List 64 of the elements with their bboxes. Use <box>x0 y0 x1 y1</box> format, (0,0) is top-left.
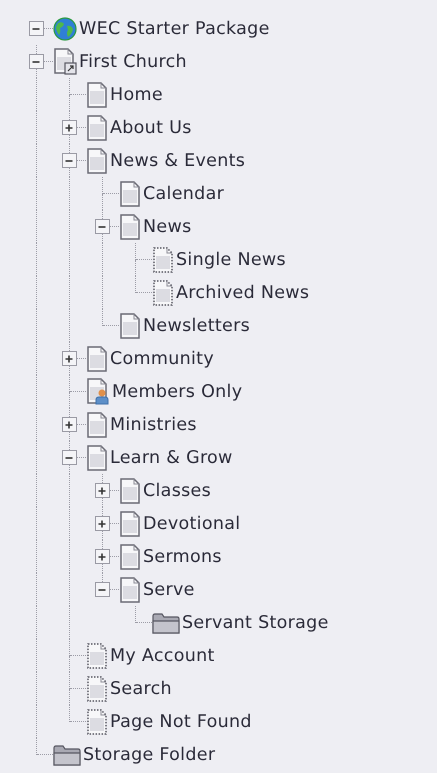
expand-toggle[interactable] <box>95 549 110 564</box>
tree-item-label[interactable]: Devotional <box>143 514 240 534</box>
tree-item-label[interactable]: About Us <box>110 118 192 138</box>
expand-toggle[interactable] <box>95 483 110 498</box>
page-icon <box>119 214 141 240</box>
page-icon <box>86 346 108 372</box>
expand-toggle[interactable] <box>62 153 77 168</box>
page-icon <box>86 114 108 140</box>
tree-item-label[interactable]: Serve <box>143 580 195 600</box>
page-icon <box>86 444 108 470</box>
expand-toggle[interactable] <box>62 450 77 465</box>
page-icon <box>119 180 141 206</box>
tree-item-label[interactable]: Classes <box>143 480 212 500</box>
plus-icon <box>96 518 108 530</box>
plus-icon <box>63 122 75 134</box>
expand-toggle[interactable] <box>62 351 77 366</box>
tree-item-label[interactable]: Archived News <box>176 282 310 302</box>
page-icon <box>119 478 141 504</box>
tree-item-label[interactable]: Community <box>110 348 214 368</box>
tree-item-label[interactable]: Page Not Found <box>110 712 252 732</box>
tree-item-label[interactable]: My Account <box>110 646 215 666</box>
tree-item-label[interactable]: Sermons <box>143 546 222 566</box>
expand-toggle[interactable] <box>95 582 110 597</box>
tree-item-label[interactable]: Ministries <box>110 414 197 434</box>
tree-item-label[interactable]: Members Only <box>112 382 242 402</box>
tree-item-label[interactable]: Newsletters <box>143 316 250 336</box>
page-icon <box>86 708 108 734</box>
expand-toggle[interactable] <box>95 516 110 531</box>
plus-icon <box>96 484 108 496</box>
tree-item-label[interactable]: Servant Storage <box>182 612 329 632</box>
folder-icon <box>53 744 81 766</box>
expand-toggle[interactable] <box>95 219 110 234</box>
page-icon <box>86 642 108 668</box>
page-icon <box>152 246 174 272</box>
tree-item-label[interactable]: Search <box>110 678 172 698</box>
folder-icon <box>152 612 180 634</box>
tree-item-label[interactable]: First Church <box>79 52 187 72</box>
expand-toggle[interactable] <box>62 417 77 432</box>
tree-item-label[interactable]: Calendar <box>143 184 224 204</box>
page-icon <box>86 412 108 438</box>
expand-toggle[interactable] <box>29 21 44 36</box>
page-shortcut-icon <box>53 48 77 75</box>
tree-item-label[interactable]: News & Events <box>110 150 246 170</box>
page-icon <box>119 510 141 536</box>
page-user-icon <box>86 378 110 405</box>
plus-icon <box>63 352 75 364</box>
tree-item-label[interactable]: Storage Folder <box>83 744 216 764</box>
tree-item-label[interactable]: Single News <box>176 250 286 270</box>
tree-item-label[interactable]: Learn & Grow <box>110 448 233 468</box>
page-icon <box>119 312 141 338</box>
globe-icon <box>53 16 77 40</box>
plus-icon <box>63 418 75 430</box>
tree-item-label[interactable]: News <box>143 216 192 236</box>
page-icon <box>119 576 141 602</box>
plus-icon <box>96 550 108 562</box>
page-icon <box>119 544 141 570</box>
expand-toggle[interactable] <box>62 120 77 135</box>
tree-item-label[interactable]: Home <box>110 84 163 104</box>
tree-item-label[interactable]: WEC Starter Package <box>79 18 270 38</box>
page-icon <box>86 148 108 174</box>
page-icon <box>86 676 108 702</box>
expand-toggle[interactable] <box>29 54 44 69</box>
page-icon <box>86 82 108 108</box>
page-icon <box>152 280 174 306</box>
